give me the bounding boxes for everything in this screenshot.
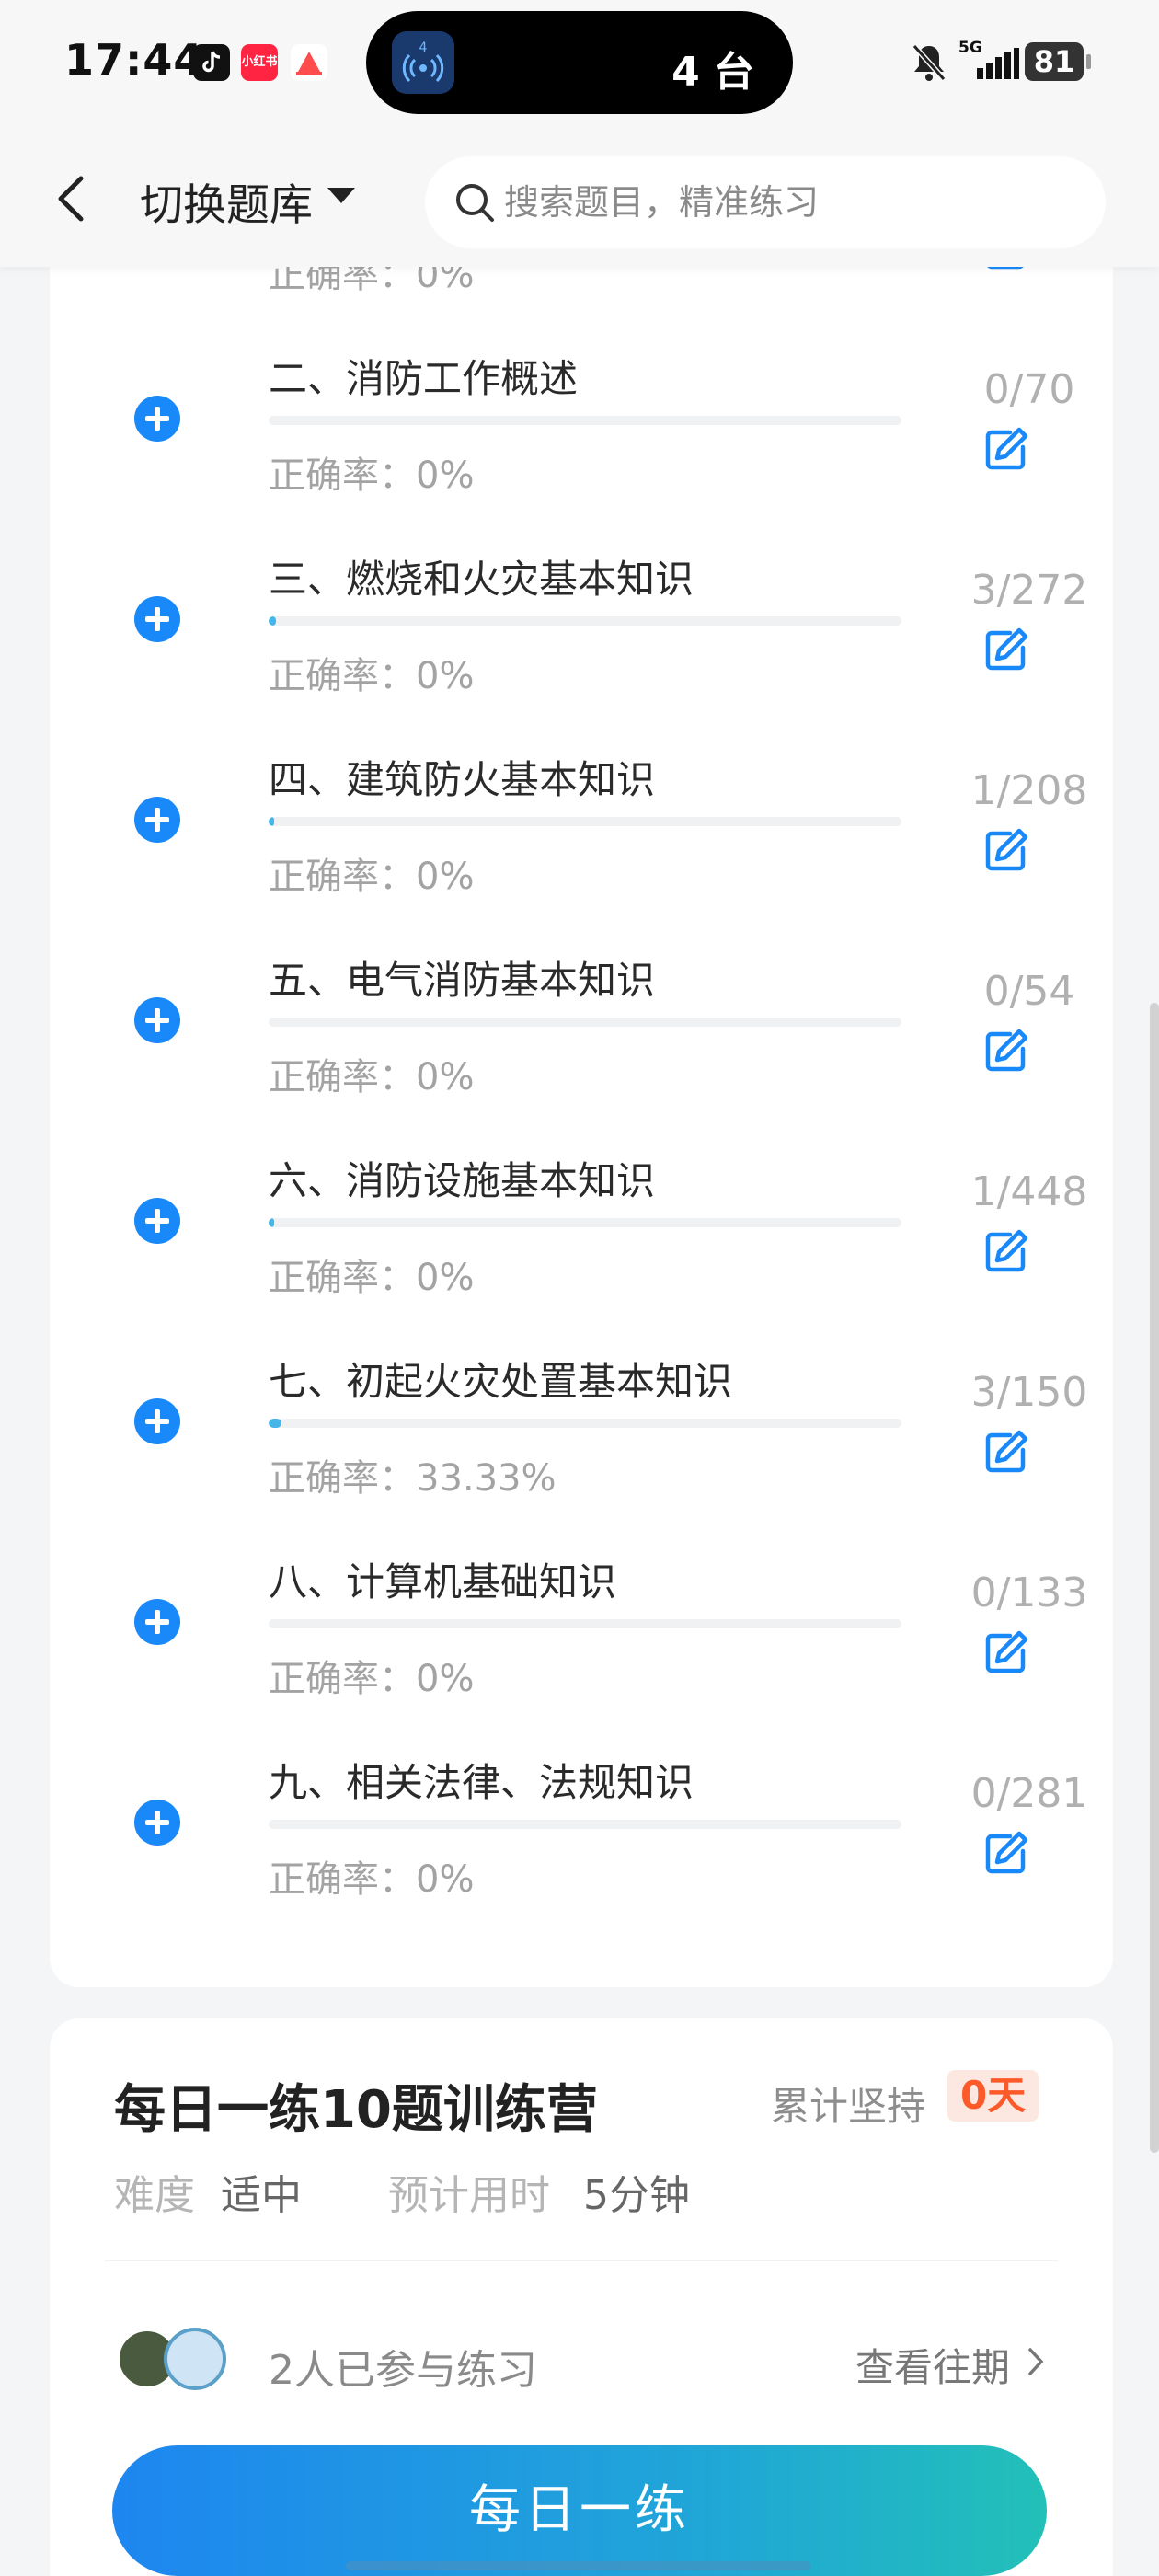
signal-icon: [977, 48, 1019, 83]
progress-fill: [269, 616, 276, 626]
scrollbar[interactable]: [1150, 1003, 1159, 2153]
persist-label: 累计坚持: [771, 2084, 926, 2129]
progress-bar: [269, 416, 901, 425]
accuracy-text: 正确率：0%: [269, 655, 475, 697]
chapter-name: 七、初起火灾处置基本知识: [269, 1359, 733, 1404]
plus-circle-icon[interactable]: [134, 1198, 180, 1244]
chapter-name: 四、建筑防火基本知识: [269, 757, 656, 802]
progress-bar: [269, 616, 901, 626]
chapter-name: 五、电气消防基本知识: [269, 958, 656, 1003]
chevron-right-icon[interactable]: [1027, 2346, 1045, 2381]
question-count: 3/150: [970, 1369, 1088, 1416]
chapter-name: 六、消防设施基本知识: [269, 1158, 656, 1203]
chevron-left-icon: [58, 176, 84, 222]
daily-practice-button[interactable]: 每日一练: [112, 2445, 1047, 2576]
question-count: 3/272: [970, 567, 1088, 614]
divider: [105, 2260, 1058, 2261]
streak-badge: 0天: [947, 2070, 1039, 2122]
battery-icon: 81: [1025, 42, 1091, 81]
chapter-row[interactable]: 九、相关法律、法规知识 正确率：0% 0/281: [50, 1698, 1113, 1901]
chapter-name: 八、计算机基础知识: [269, 1559, 617, 1604]
broadcast-icon: 4: [392, 31, 454, 94]
accuracy-text: 正确率：0%: [269, 1056, 475, 1098]
svg-text:4: 4: [419, 40, 428, 55]
app-header: 切换题库: [0, 129, 1159, 267]
mute-icon: [911, 42, 947, 86]
view-history-link[interactable]: 查看往期: [855, 2337, 1010, 2393]
progress-fill: [269, 817, 274, 826]
plus-circle-icon[interactable]: [134, 396, 180, 442]
accuracy-text: 正确率：0%: [269, 1658, 475, 1700]
progress-bar: [269, 1018, 901, 1027]
chapter-row[interactable]: 三、燃烧和火灾基本知识 正确率：0% 3/272: [50, 495, 1113, 697]
home-indicator[interactable]: [346, 2561, 811, 2570]
back-button[interactable]: [53, 173, 90, 224]
plus-circle-icon[interactable]: [134, 1800, 180, 1846]
daily-practice-card: 每日一练10题训练营 累计坚持 0天 难度 适中 预计用时 5分钟 2人已参与练…: [50, 2018, 1113, 2576]
edit-icon[interactable]: [982, 1829, 1030, 1880]
edit-icon[interactable]: [982, 1027, 1030, 1078]
search-input[interactable]: [504, 175, 1056, 230]
chapter-row[interactable]: 四、建筑防火基本知识 正确率：0% 1/208: [50, 696, 1113, 898]
chapter-list-card: 正确率：0% 二、消防工作概述 正确率：0% 0/70 三、燃烧和火灾基本知识 正确率：0…: [50, 221, 1113, 1987]
question-count: 0/70: [983, 366, 1075, 413]
chapter-row[interactable]: 六、消防设施基本知识 正确率：0% 1/448: [50, 1097, 1113, 1299]
avatar: [164, 2328, 226, 2390]
progress-fill: [269, 1218, 274, 1227]
participants-text: 2人已参与练习: [269, 2347, 537, 2394]
accuracy-text: 正确率：0%: [269, 1858, 475, 1901]
edit-icon[interactable]: [982, 1227, 1030, 1279]
island-text: 4 台: [671, 49, 754, 96]
search-icon: [456, 184, 494, 222]
chapter-row[interactable]: 七、初起火灾处置基本知识 正确率：33.33% 3/150: [50, 1297, 1113, 1500]
switch-bank-title[interactable]: 切换题库: [140, 169, 313, 233]
edit-icon[interactable]: [982, 1428, 1030, 1479]
difficulty-value: 适中: [221, 2172, 302, 2219]
progress-bar: [269, 1218, 901, 1227]
app-icon: [291, 44, 327, 81]
chapter-name: 三、燃烧和火灾基本知识: [269, 557, 694, 602]
progress-bar: [269, 1619, 901, 1628]
plus-circle-icon[interactable]: [134, 797, 180, 843]
accuracy-text: 正确率：33.33%: [269, 1457, 557, 1500]
plus-circle-icon[interactable]: [134, 997, 180, 1043]
chapter-name: 二、消防工作概述: [269, 356, 579, 401]
status-bar: 17:44 小红书 4 4 台 5G 81: [0, 0, 1159, 129]
tiktok-icon: [193, 44, 230, 81]
accuracy-text: 正确率：0%: [269, 1257, 475, 1299]
accuracy-text: 正确率：0%: [269, 856, 475, 898]
plus-circle-icon[interactable]: [134, 1599, 180, 1645]
daily-title: 每日一练10题训练营: [114, 2080, 598, 2140]
edit-icon[interactable]: [982, 826, 1030, 878]
difficulty-label: 难度: [114, 2172, 195, 2219]
status-time: 17:44: [64, 35, 204, 85]
chapter-row[interactable]: 二、消防工作概述 正确率：0% 0/70: [50, 294, 1113, 497]
time-label: 预计用时: [388, 2172, 550, 2219]
progress-bar: [269, 1419, 901, 1428]
caret-down-icon[interactable]: [327, 188, 355, 203]
progress-bar: [269, 817, 901, 826]
question-count: 1/208: [970, 767, 1088, 814]
plus-circle-icon[interactable]: [134, 596, 180, 642]
edit-icon[interactable]: [982, 425, 1030, 477]
accuracy-text: 正确率：0%: [269, 454, 475, 497]
dynamic-island[interactable]: 4 4 台: [366, 11, 793, 114]
progress-bar: [269, 1820, 901, 1829]
question-count: 1/448: [970, 1168, 1088, 1215]
question-count: 0/133: [970, 1570, 1088, 1616]
plus-circle-icon[interactable]: [134, 1398, 180, 1444]
question-count: 0/281: [970, 1770, 1088, 1817]
edit-icon[interactable]: [982, 1628, 1030, 1680]
time-value: 5分钟: [583, 2172, 690, 2219]
edit-icon[interactable]: [982, 626, 1030, 677]
search-bar[interactable]: [425, 156, 1106, 248]
progress-fill: [269, 1419, 281, 1428]
xiaohongshu-icon: 小红书: [241, 44, 278, 81]
question-count: 0/54: [983, 968, 1075, 1015]
chapter-row[interactable]: 五、电气消防基本知识 正确率：0% 0/54: [50, 896, 1113, 1098]
chapter-name: 九、相关法律、法规知识: [269, 1760, 694, 1805]
chapter-row[interactable]: 八、计算机基础知识 正确率：0% 0/133: [50, 1498, 1113, 1700]
